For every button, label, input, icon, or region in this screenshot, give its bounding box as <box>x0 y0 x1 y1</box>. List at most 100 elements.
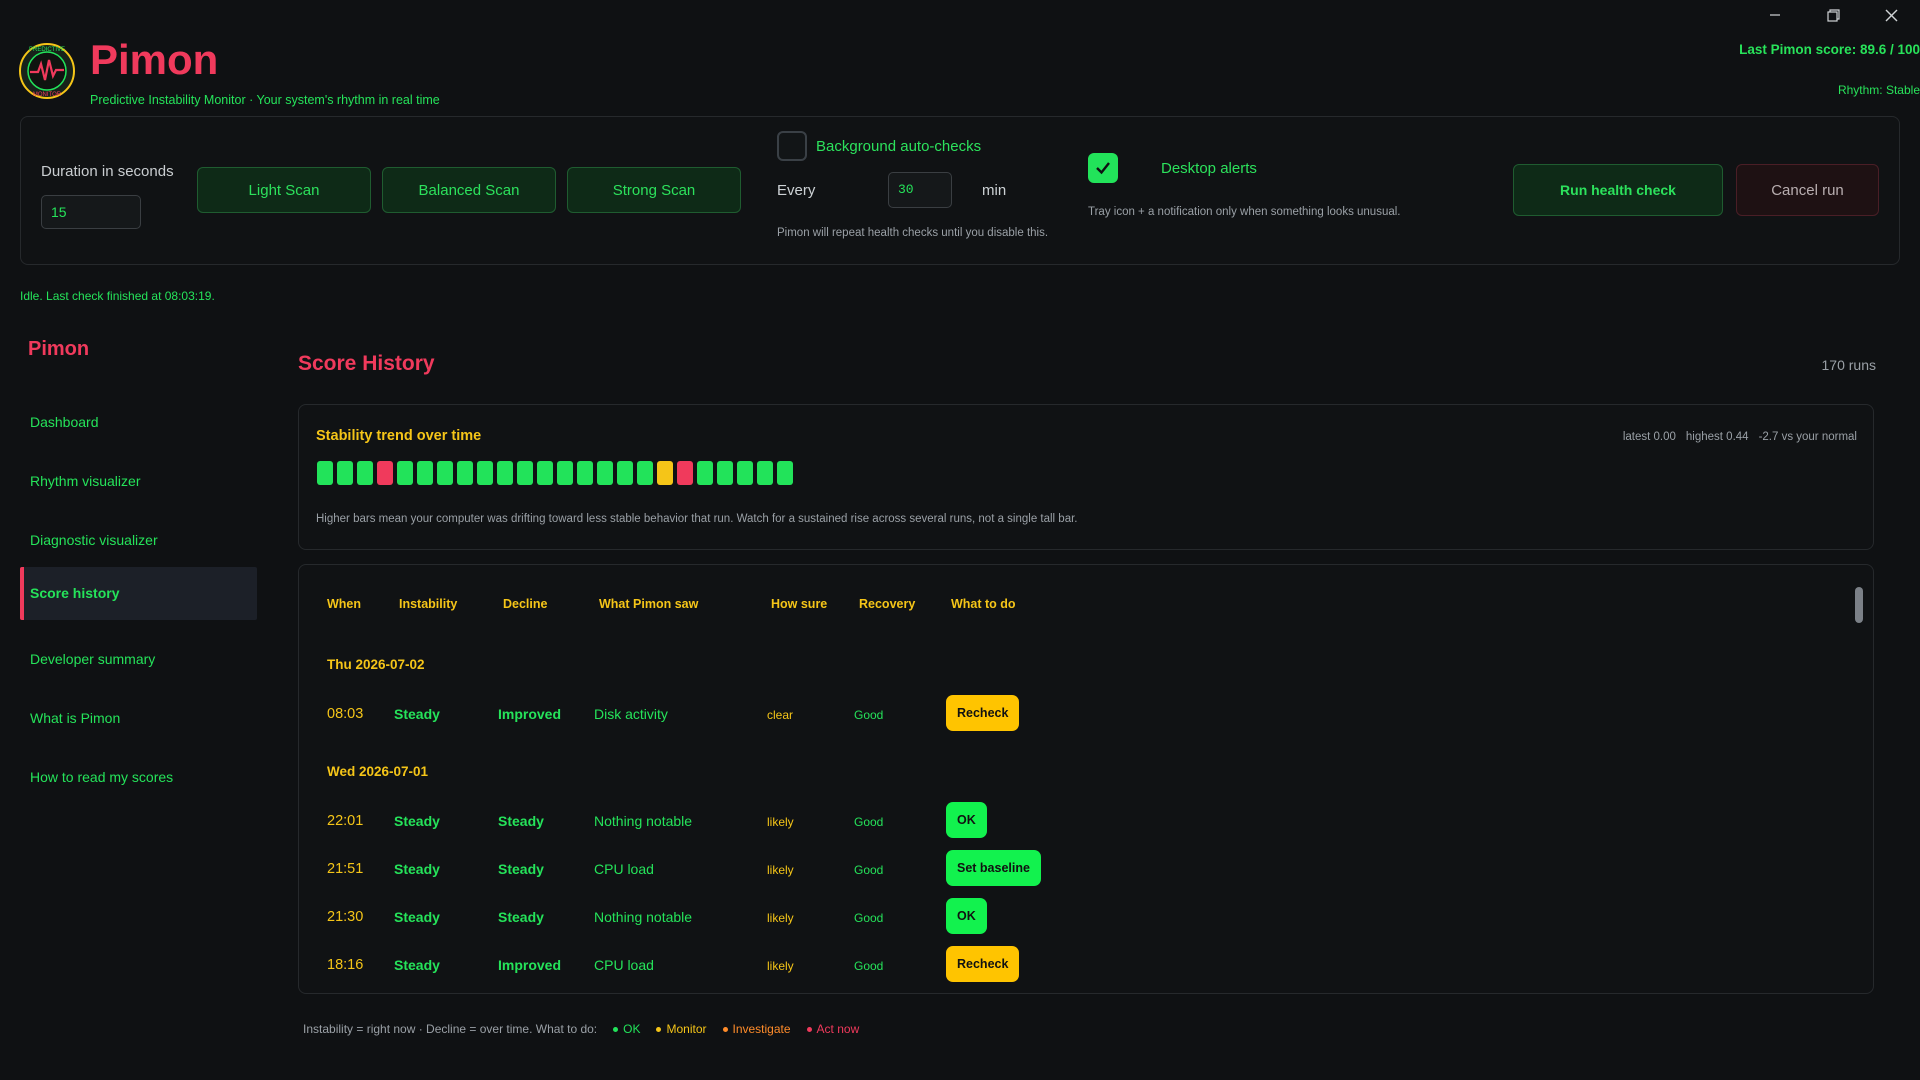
run-count: 170 runs <box>1821 357 1876 373</box>
svg-text:PREDICTIVE: PREDICTIVE <box>29 47 65 53</box>
row-decline: Steady <box>498 861 544 877</box>
interval-input[interactable]: 30 <box>888 172 952 208</box>
restore-icon[interactable] <box>1804 0 1862 30</box>
trend-bar <box>717 461 733 485</box>
row-observation: Disk activity <box>594 706 668 722</box>
desktop-alerts-help: Tray icon + a notification only when som… <box>1088 206 1401 218</box>
row-observation: CPU load <box>594 957 654 973</box>
minimize-icon[interactable] <box>1746 0 1804 30</box>
sidebar-item-dashboard[interactable]: Dashboard <box>20 396 257 449</box>
trend-help: Higher bars mean your computer was drift… <box>316 513 1078 525</box>
trend-bar <box>677 461 693 485</box>
recheck-button[interactable]: Recheck <box>946 946 1020 982</box>
sidebar-item-developer-summary[interactable]: Developer summary <box>20 633 257 686</box>
legend-item-act-now: Act now <box>806 1022 860 1036</box>
rhythm-status: Rhythm: Stable <box>1837 83 1920 97</box>
col-header-recovery: Recovery <box>859 597 916 611</box>
row-time: 08:03 <box>327 706 364 722</box>
trend-latest: latest 0.00 <box>1622 431 1676 443</box>
row-time: 21:51 <box>327 861 364 877</box>
trend-bars <box>317 461 793 485</box>
trend-vs-normal: -2.7 vs your normal <box>1758 431 1857 443</box>
trend-bar <box>597 461 613 485</box>
legend-item-monitor: Monitor <box>656 1022 707 1036</box>
duration-input[interactable]: 15 <box>41 195 141 229</box>
row-confidence: likely <box>767 911 794 925</box>
legend-item-investigate: Investigate <box>722 1022 791 1036</box>
history-table: When Instability Decline What Pimon saw … <box>298 564 1874 994</box>
minutes-label: min <box>982 182 1007 199</box>
legend-text: Instability = right now · Decline = over… <box>303 1022 598 1036</box>
row-time: 18:16 <box>327 957 364 973</box>
sidebar-item-diagnostic-visualizer[interactable]: Diagnostic visualizer <box>20 514 257 567</box>
table-scrollbar[interactable] <box>1855 587 1863 623</box>
app-title: Pimon <box>90 36 219 83</box>
background-checks-label: Background auto-checks <box>816 138 982 155</box>
desktop-alerts-label: Desktop alerts <box>1161 160 1257 177</box>
control-panel: Duration in seconds 15 Light Scan Balanc… <box>20 116 1900 265</box>
trend-bar <box>577 461 593 485</box>
col-header-when: When <box>327 597 362 611</box>
col-header-what-pimon-saw: What Pimon saw <box>599 597 699 611</box>
sidebar-item-how-to-read-scores[interactable]: How to read my scores <box>20 751 257 804</box>
trend-bar <box>397 461 413 485</box>
trend-bar <box>437 461 453 485</box>
row-observation: Nothing notable <box>594 813 693 829</box>
col-header-what-to-do: What to do <box>951 597 1016 611</box>
row-observation: CPU load <box>594 861 654 877</box>
background-checks-checkbox[interactable] <box>777 131 807 161</box>
duration-label: Duration in seconds <box>41 163 174 180</box>
sidebar-item-rhythm-visualizer[interactable]: Rhythm visualizer <box>20 455 257 508</box>
legend-dot <box>613 1026 619 1032</box>
legend-dot <box>656 1026 662 1032</box>
run-health-check-button[interactable]: Run health check <box>1513 164 1723 216</box>
cancel-run-button[interactable]: Cancel run <box>1736 164 1879 216</box>
light-scan-button[interactable]: Light Scan <box>197 167 371 213</box>
row-confidence: likely <box>767 863 794 877</box>
sidebar-item-what-is-pimon[interactable]: What is Pimon <box>20 692 257 745</box>
last-score: Last Pimon score: 89.6 / 100 <box>1739 42 1920 57</box>
svg-text:MONITOR: MONITOR <box>33 92 62 98</box>
ok-button[interactable]: OK <box>946 898 987 934</box>
trend-bar <box>477 461 493 485</box>
trend-highest: highest 0.44 <box>1685 431 1749 443</box>
status-text: Idle. Last check finished at 08:03:19. <box>20 289 215 303</box>
every-label: Every <box>777 182 816 199</box>
legend-label: Act now <box>816 1022 860 1036</box>
row-decline: Steady <box>498 813 544 829</box>
day-header: Thu 2026-07-02 <box>327 657 425 672</box>
set-baseline-button[interactable]: Set baseline <box>946 850 1041 886</box>
row-instability: Steady <box>394 861 440 877</box>
trend-bar <box>337 461 353 485</box>
balanced-scan-button[interactable]: Balanced Scan <box>382 167 556 213</box>
trend-bar <box>537 461 553 485</box>
background-checks-help: Pimon will repeat health checks until yo… <box>777 227 1049 239</box>
day-header: Wed 2026-07-01 <box>327 764 429 779</box>
sidebar-item-score-history[interactable]: Score history <box>20 567 257 620</box>
row-recovery: Good <box>854 863 884 877</box>
window-controls <box>1746 0 1920 30</box>
trend-bar <box>417 461 433 485</box>
trend-bar <box>457 461 473 485</box>
check-icon <box>1096 162 1110 175</box>
strong-scan-button[interactable]: Strong Scan <box>567 167 741 213</box>
row-confidence: likely <box>767 815 794 829</box>
recheck-button[interactable]: Recheck <box>946 695 1020 731</box>
desktop-alerts-checkbox[interactable] <box>1088 153 1118 183</box>
trend-bar <box>777 461 793 485</box>
legend-label: Investigate <box>732 1022 791 1036</box>
trend-title: Stability trend over time <box>316 428 482 444</box>
row-observation: Nothing notable <box>594 909 693 925</box>
trend-stats: latest 0.00 highest 0.44 -2.7 vs your no… <box>1623 431 1857 443</box>
row-decline: Steady <box>498 909 544 925</box>
trend-bar <box>737 461 753 485</box>
ok-button[interactable]: OK <box>946 802 987 838</box>
trend-bar <box>757 461 773 485</box>
row-time: 22:01 <box>327 813 364 829</box>
col-header-instability: Instability <box>399 597 458 611</box>
stability-trend-card: Stability trend over time latest 0.00 hi… <box>298 404 1874 550</box>
row-instability: Steady <box>394 706 440 722</box>
close-icon[interactable] <box>1862 0 1920 30</box>
trend-bar <box>557 461 573 485</box>
col-header-decline: Decline <box>503 597 548 611</box>
